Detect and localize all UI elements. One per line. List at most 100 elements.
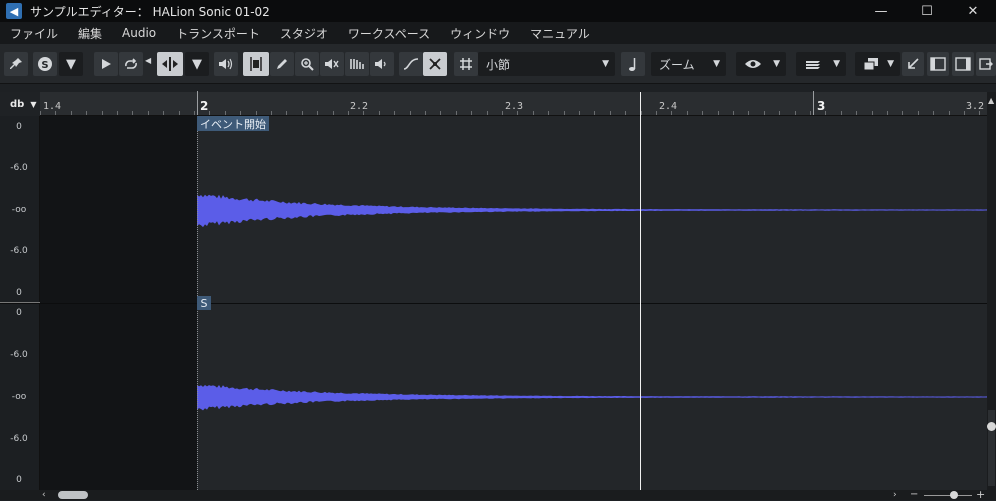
chevron-down-icon: ▼ <box>30 99 37 109</box>
menu-workspaces[interactable]: ワークスペース <box>338 25 440 42</box>
vertical-scrollbar[interactable]: ▲ <box>987 92 996 490</box>
ruler-tick <box>733 111 734 115</box>
ruler-tick <box>163 111 164 115</box>
ruler-tick <box>148 111 149 115</box>
ruler-label: 2.4 <box>659 101 678 112</box>
horizontal-zoom-track[interactable] <box>924 495 972 496</box>
ruler-tick <box>102 111 103 115</box>
range-tool-icon[interactable] <box>243 52 269 76</box>
playback-cursor[interactable] <box>640 92 641 490</box>
ruler-tick <box>671 111 672 115</box>
mute-icon[interactable] <box>320 52 344 76</box>
solo-icon[interactable]: S <box>33 52 57 76</box>
zoom-out-icon[interactable]: − <box>910 489 918 500</box>
ruler-tick <box>179 111 180 115</box>
inspector-icon[interactable] <box>927 52 949 76</box>
snap-dropdown-chevron-down-icon[interactable]: ▼ <box>185 52 209 76</box>
ruler-tick <box>625 111 626 115</box>
curve-icon[interactable] <box>399 52 423 76</box>
horizontal-zoom-slider[interactable] <box>950 491 958 499</box>
hitpoint-icon[interactable] <box>423 52 447 76</box>
pencil-icon[interactable] <box>270 52 294 76</box>
play-icon[interactable] <box>94 52 118 76</box>
zoom-in-icon[interactable]: + <box>976 488 985 501</box>
eye-icon <box>745 60 761 68</box>
zoom-icon[interactable] <box>295 52 319 76</box>
layers-select[interactable]: ▼ <box>796 52 846 76</box>
ruler-tick <box>410 111 411 115</box>
window-options-icon[interactable] <box>976 52 996 76</box>
close-button[interactable]: ✕ <box>950 0 996 22</box>
ruler-tick <box>225 111 226 115</box>
visibility-select[interactable]: ▼ <box>736 52 786 76</box>
ruler-tick <box>718 111 719 115</box>
timeline-ruler[interactable]: db ▼ 1.4 2 2.2 2.3 2.4 3 3.2 <box>0 91 996 116</box>
ruler-tick <box>610 111 611 115</box>
play-arrow-left-icon[interactable]: ◀ <box>145 56 151 65</box>
menu-studio[interactable]: スタジオ <box>270 25 338 42</box>
minimize-button[interactable]: — <box>858 0 904 22</box>
note-icon[interactable] <box>621 52 645 76</box>
menu-bar: ファイル 編集 Audio トランスポート スタジオ ワークスペース ウィンドウ… <box>0 22 996 44</box>
ruler-tick <box>348 111 349 115</box>
audition-icon[interactable] <box>370 52 394 76</box>
ruler-tick <box>748 111 749 115</box>
menu-window[interactable]: ウィンドウ <box>440 25 520 42</box>
ruler-tick <box>887 111 888 115</box>
ruler-tick <box>594 111 595 115</box>
horizontal-scrollbar[interactable]: ‹ › − + <box>0 488 996 501</box>
ruler-tick <box>487 111 488 115</box>
snap-value-select[interactable]: 小節 ▼ <box>478 52 615 76</box>
menu-edit[interactable]: 編集 <box>68 25 112 42</box>
right-zone-icon[interactable] <box>952 52 974 76</box>
vertical-zoom-slider[interactable] <box>987 422 996 431</box>
ruler-tick <box>502 111 503 115</box>
ruler-unit-label[interactable]: db ▼ <box>0 92 40 116</box>
ruler-tick <box>394 111 395 115</box>
zoom-select[interactable]: ズーム ▼ <box>651 52 726 76</box>
time-warp-icon[interactable] <box>345 52 369 76</box>
event-start-marker[interactable]: イベント開始 <box>197 116 269 131</box>
scroll-left-icon[interactable]: ‹ <box>42 490 46 500</box>
axis-label: 0 <box>16 308 22 318</box>
snap-value-text: 小節 <box>486 57 511 72</box>
left-zone-icon[interactable] <box>902 52 924 76</box>
axis-label: 0 <box>16 288 22 298</box>
loop-icon[interactable] <box>119 52 143 76</box>
axis-label: -6.0 <box>10 434 28 444</box>
ruler-label: 3.2 <box>966 101 985 112</box>
solo-dropdown-chevron-down-icon[interactable]: ▼ <box>59 52 83 76</box>
sustain-marker[interactable]: S <box>197 296 211 310</box>
menu-manual[interactable]: マニュアル <box>520 25 600 42</box>
speaker-icon[interactable] <box>214 52 238 76</box>
scroll-right-icon[interactable]: › <box>893 490 897 500</box>
ruler-tick <box>517 111 518 115</box>
ruler-tick <box>333 111 334 115</box>
menu-transport[interactable]: トランスポート <box>166 25 270 42</box>
horizontal-scroll-thumb[interactable] <box>58 491 88 499</box>
ruler-tick <box>933 111 934 115</box>
grid-icon[interactable] <box>454 52 478 76</box>
ruler-tick <box>456 111 457 115</box>
axis-label: -6.0 <box>10 350 28 360</box>
window-title: サンプルエディター： HALion Sonic 01-02 <box>30 4 270 19</box>
ruler-major-tick <box>197 91 198 115</box>
waveform-svg <box>197 194 987 411</box>
ruler-major-tick <box>813 91 814 115</box>
ruler-tick <box>471 111 472 115</box>
ruler-label: 2.3 <box>505 101 524 112</box>
ruler-tick <box>209 111 210 115</box>
scroll-up-icon[interactable]: ▲ <box>988 96 994 105</box>
maximize-button[interactable]: ☐ <box>904 0 950 22</box>
ruler-tick <box>564 111 565 115</box>
ruler-tick <box>86 111 87 115</box>
chevron-down-icon: ▼ <box>773 59 780 69</box>
pin-icon[interactable] <box>4 52 28 76</box>
window-layout-select[interactable]: ▼ <box>855 52 900 76</box>
snap-icon[interactable] <box>157 52 183 76</box>
menu-file[interactable]: ファイル <box>0 25 68 42</box>
ruler-unit-text: db <box>10 98 25 110</box>
ruler-tick <box>548 111 549 115</box>
menu-audio[interactable]: Audio <box>112 26 166 40</box>
chevron-down-icon: ▼ <box>833 59 840 69</box>
